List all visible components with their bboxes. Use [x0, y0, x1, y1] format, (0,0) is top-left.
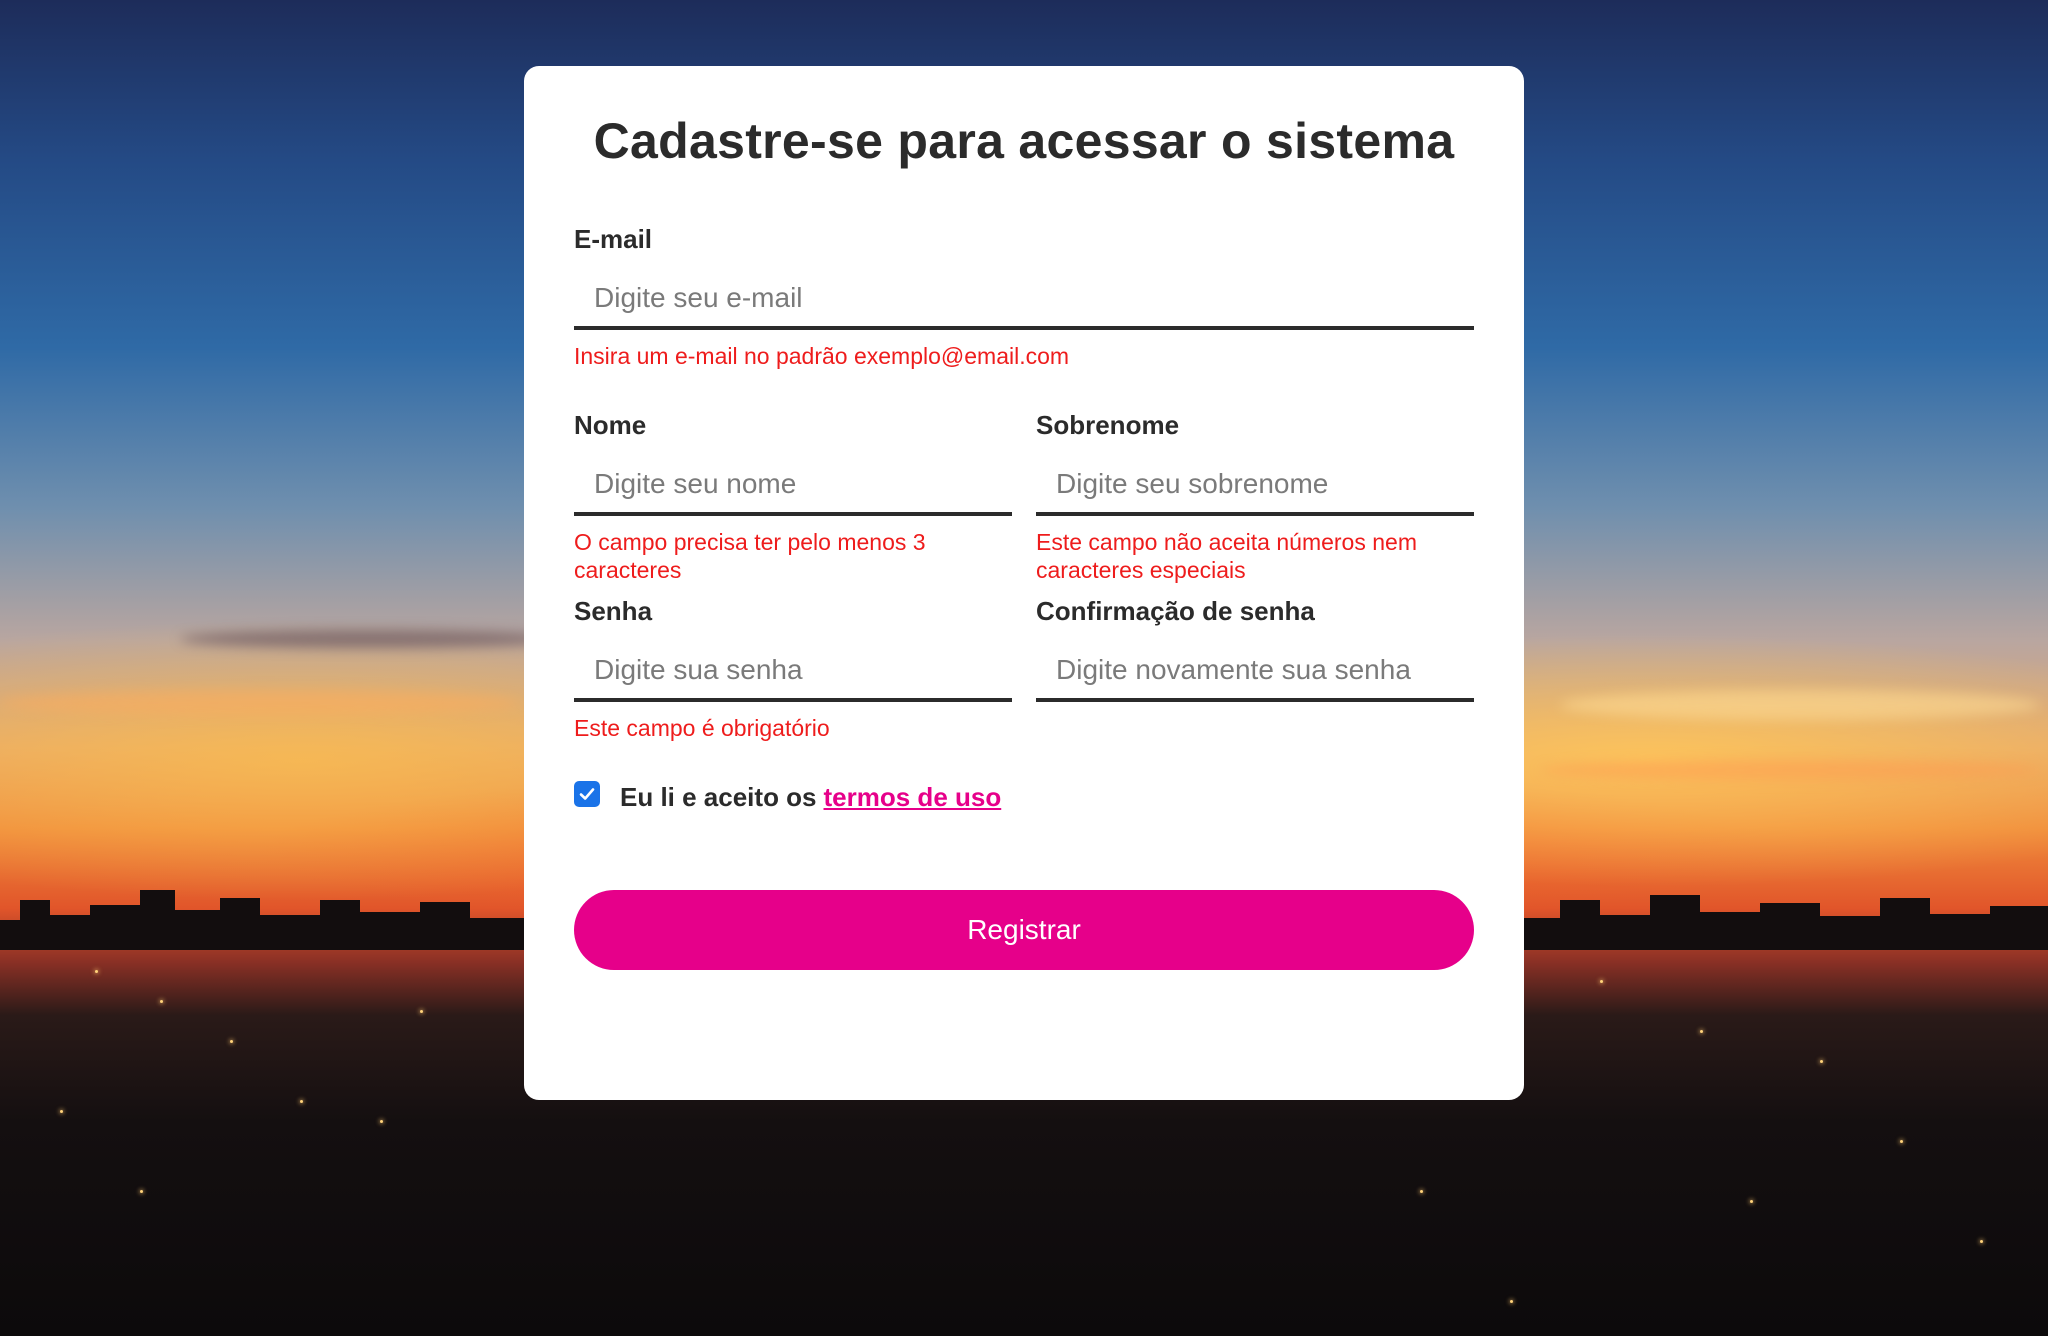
terms-row: Eu li e aceito os termos de uso: [574, 780, 1002, 813]
nome-input[interactable]: [574, 456, 1012, 516]
sobrenome-field-group: Sobrenome Este campo não aceita números …: [1036, 410, 1474, 584]
email-field-group: E-mail Insira um e-mail no padrão exempl…: [574, 224, 1474, 370]
terms-text: Eu li e aceito os: [620, 782, 817, 812]
sobrenome-input[interactable]: [1036, 456, 1474, 516]
senha-error: Este campo é obrigatório: [574, 715, 830, 741]
email-error: Insira um e-mail no padrão exemplo@email…: [574, 343, 1070, 369]
page-title: Cadastre-se para acessar o sistema: [593, 113, 1455, 169]
checkmark-icon: [579, 787, 595, 800]
email-input[interactable]: [574, 270, 1474, 330]
senha-field-group: Senha Este campo é obrigatório: [574, 596, 1012, 742]
senha-input[interactable]: [574, 642, 1012, 702]
senha-label: Senha: [574, 596, 653, 626]
terms-link[interactable]: termos de uso: [824, 782, 1002, 813]
nome-error: O campo precisa ter pelo menos 3 caracte…: [574, 529, 926, 583]
sobrenome-error: Este campo não aceita números nem caract…: [1036, 529, 1417, 583]
nome-field-group: Nome O campo precisa ter pelo menos 3 ca…: [574, 410, 1012, 584]
register-button[interactable]: Registrar: [574, 890, 1474, 970]
sobrenome-label: Sobrenome: [1036, 410, 1180, 440]
terms-checkbox[interactable]: [574, 780, 600, 807]
confirmacao-input[interactable]: [1036, 642, 1474, 702]
confirmacao-label: Confirmação de senha: [1036, 596, 1315, 626]
nome-label: Nome: [574, 410, 647, 440]
email-label: E-mail: [574, 224, 653, 254]
confirmacao-field-group: Confirmação de senha: [1036, 596, 1474, 702]
